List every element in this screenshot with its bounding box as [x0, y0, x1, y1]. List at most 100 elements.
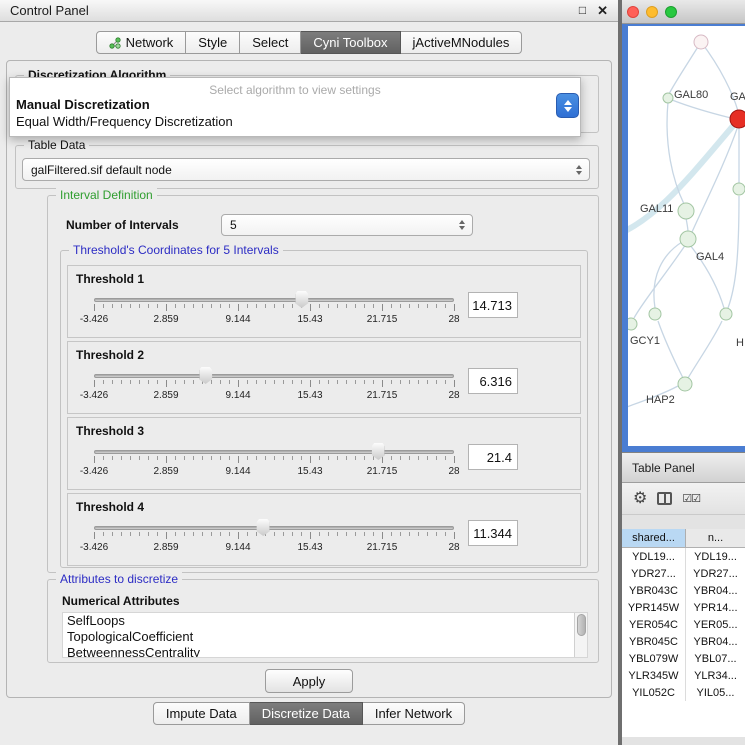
- network-node[interactable]: [663, 93, 673, 103]
- threshold-slider[interactable]: -3.4262.8599.14415.4321.71528: [94, 446, 454, 488]
- algorithm-combo-stepper[interactable]: [556, 93, 579, 118]
- network-edge[interactable]: [692, 126, 738, 232]
- network-node[interactable]: [680, 231, 696, 247]
- table-row[interactable]: YDR27...YDR27...: [622, 565, 745, 582]
- tab-impute-data[interactable]: Impute Data: [153, 702, 250, 725]
- gear-icon[interactable]: ⚙: [633, 491, 647, 507]
- table-data-combo[interactable]: galFiltered.sif default node: [22, 158, 590, 181]
- threshold-value-input[interactable]: 21.4: [468, 444, 518, 470]
- network-edge[interactable]: [688, 321, 722, 378]
- table-cell[interactable]: YBL079W: [622, 650, 686, 667]
- table-cell[interactable]: YPR14...: [686, 599, 745, 616]
- table-header-cell[interactable]: n...: [686, 529, 745, 548]
- table-cell[interactable]: YBR045C: [622, 633, 686, 650]
- network-edge[interactable]: [672, 100, 731, 118]
- combo-arrows-icon: [459, 220, 465, 230]
- table-cell[interactable]: YBR04...: [686, 633, 745, 650]
- table-cell[interactable]: YBL07...: [686, 650, 745, 667]
- table-cell[interactable]: YLR34...: [686, 667, 745, 684]
- algorithm-option[interactable]: Equal Width/Frequency Discretization: [10, 113, 580, 130]
- table-panel-header[interactable]: Table Panel: [622, 452, 745, 483]
- network-edge[interactable]: [654, 242, 682, 308]
- tab-cyni-toolbox[interactable]: Cyni Toolbox: [301, 31, 400, 54]
- network-node[interactable]: [678, 203, 694, 219]
- slider-scale-number: -3.426: [80, 542, 108, 553]
- close-panel-icon[interactable]: ✕: [597, 4, 608, 17]
- network-edge[interactable]: [669, 42, 701, 94]
- table-cell[interactable]: YIL05...: [686, 684, 745, 701]
- slider-track[interactable]: [94, 450, 454, 454]
- network-node[interactable]: [649, 308, 661, 320]
- table-cell[interactable]: YDR27...: [622, 565, 686, 582]
- close-window-icon[interactable]: [627, 6, 639, 18]
- network-edge[interactable]: [634, 244, 686, 318]
- threshold-panel: Threshold 3-3.4262.8599.14415.4321.71528…: [67, 417, 581, 490]
- table-toolbar: ⚙ ☑☑: [622, 483, 745, 515]
- table-cell[interactable]: YER05...: [686, 616, 745, 633]
- network-canvas[interactable]: GAL80GAGAL11GAL4GCY1HHAP2: [628, 26, 745, 446]
- tab-style[interactable]: Style: [186, 31, 240, 54]
- slider-scale-number: 9.144: [225, 314, 250, 325]
- network-window-titlebar[interactable]: [622, 0, 745, 24]
- slider-scale-number: 2.859: [153, 390, 178, 401]
- table-row[interactable]: YBR043CYBR04...: [622, 582, 745, 599]
- network-canvas-frame: GAL80GAGAL11GAL4GCY1HHAP2: [622, 24, 745, 452]
- table-row[interactable]: YPR145WYPR14...: [622, 599, 745, 616]
- table-cell[interactable]: YPR145W: [622, 599, 686, 616]
- thresholds-group-title: Threshold's Coordinates for 5 Intervals: [69, 243, 283, 257]
- threshold-value-input[interactable]: 14.713: [468, 292, 518, 318]
- network-node[interactable]: [694, 35, 708, 49]
- zoom-window-icon[interactable]: [665, 6, 677, 18]
- number-of-intervals-combo[interactable]: 5: [221, 214, 473, 236]
- float-window-icon[interactable]: □: [579, 4, 586, 17]
- threshold-slider[interactable]: -3.4262.8599.14415.4321.71528: [94, 370, 454, 412]
- algorithm-option[interactable]: Manual Discretization: [10, 96, 580, 113]
- slider-track[interactable]: [94, 526, 454, 530]
- table-cell[interactable]: YER054C: [622, 616, 686, 633]
- table-cell[interactable]: YDL19...: [686, 548, 745, 565]
- table-row[interactable]: YDL19...YDL19...: [622, 548, 745, 565]
- tab-network[interactable]: Network: [96, 31, 187, 54]
- table-row[interactable]: YIL052CYIL05...: [622, 684, 745, 701]
- table-row[interactable]: YLR345WYLR34...: [622, 667, 745, 684]
- table-cell[interactable]: YIL052C: [622, 684, 686, 701]
- table-cell[interactable]: YDL19...: [622, 548, 686, 565]
- threshold-slider[interactable]: -3.4262.8599.14415.4321.71528: [94, 294, 454, 336]
- table-cell[interactable]: YBR04...: [686, 582, 745, 599]
- threshold-slider[interactable]: -3.4262.8599.14415.4321.71528: [94, 522, 454, 564]
- columns-icon[interactable]: [657, 492, 672, 505]
- threshold-value-input[interactable]: 6.316: [468, 368, 518, 394]
- attribute-item[interactable]: SelfLoops: [63, 613, 587, 629]
- table-cell[interactable]: YBR043C: [622, 582, 686, 599]
- network-node-selected[interactable]: [730, 110, 745, 128]
- table-cell[interactable]: YLR345W: [622, 667, 686, 684]
- network-node[interactable]: [720, 308, 732, 320]
- slider-track[interactable]: [94, 374, 454, 378]
- table-row[interactable]: YBR045CYBR04...: [622, 633, 745, 650]
- select-columns-icon[interactable]: ☑☑: [682, 492, 700, 505]
- network-edge[interactable]: [658, 321, 683, 378]
- network-node[interactable]: [733, 183, 745, 195]
- apply-button[interactable]: Apply: [265, 669, 353, 693]
- minimize-window-icon[interactable]: [646, 6, 658, 18]
- slider-scale-number: 21.715: [367, 390, 398, 401]
- slider-track[interactable]: [94, 298, 454, 302]
- network-edge[interactable]: [728, 196, 739, 308]
- attributes-scrollbar[interactable]: [574, 613, 587, 657]
- network-node[interactable]: [678, 377, 692, 391]
- network-edge[interactable]: [686, 218, 688, 232]
- table-row[interactable]: YER054CYER05...: [622, 616, 745, 633]
- network-node[interactable]: [628, 318, 637, 330]
- tab-select[interactable]: Select: [240, 31, 301, 54]
- attribute-item[interactable]: TopologicalCoefficient: [63, 629, 587, 645]
- tab-infer-network[interactable]: Infer Network: [363, 702, 465, 725]
- slider-scale-number: 9.144: [225, 390, 250, 401]
- tab-jactivemnodules[interactable]: jActiveMNodules: [401, 31, 523, 54]
- tab-discretize-data[interactable]: Discretize Data: [250, 702, 363, 725]
- scrollbar-thumb[interactable]: [577, 614, 586, 636]
- attribute-item[interactable]: BetweennessCentrality: [63, 645, 587, 658]
- table-cell[interactable]: YDR27...: [686, 565, 745, 582]
- table-row[interactable]: YBL079WYBL07...: [622, 650, 745, 667]
- threshold-value-input[interactable]: 11.344: [468, 520, 518, 546]
- table-header-cell[interactable]: shared...: [622, 529, 686, 548]
